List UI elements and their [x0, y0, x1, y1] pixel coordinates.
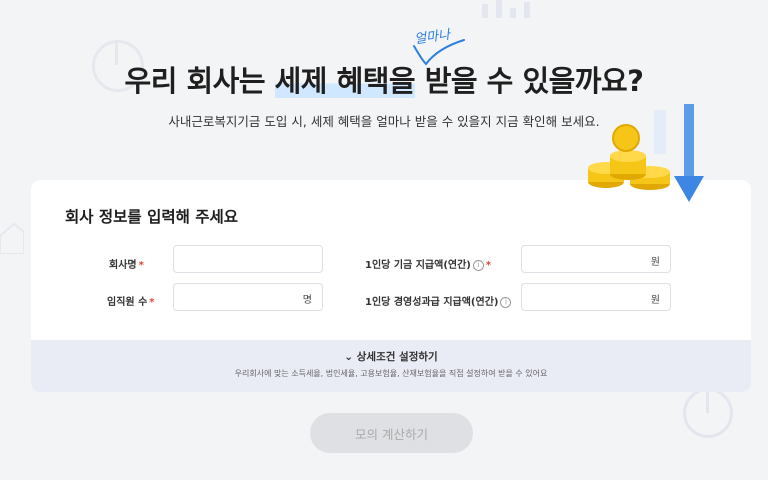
company-info-card: 회사 정보를 입력해 주세요 회사명 * 임직원 수 * 명 1인당 기금 지급액(… — [31, 180, 751, 340]
info-icon[interactable]: i — [500, 297, 512, 308]
fund-payment-label-text: 1인당 기금 지급액(연간) — [365, 260, 471, 271]
required-mark: * — [138, 260, 144, 271]
calculate-button[interactable]: 모의 계산하기 — [310, 413, 473, 453]
detail-settings-panel: ⌄ 상세조건 설정하기 우리회사에 맞는 소득세율, 법인세율, 고용보험율, … — [31, 340, 751, 392]
incentive-payment-field[interactable]: 원 — [521, 283, 671, 311]
title-part-1: 우리 회사는 — [124, 64, 275, 98]
incentive-payment-label-text: 1인당 경영성과급 지급액(연간) — [365, 297, 499, 308]
required-mark: * — [149, 297, 155, 308]
fund-payment-field[interactable]: 원 — [521, 245, 671, 273]
coins-decoration-icon — [588, 124, 670, 190]
unit-label: 원 — [650, 295, 660, 306]
page-title: 우리 회사는 세제 혜택을 받을 수 있을까요? — [0, 58, 768, 100]
title-highlight: 세제 혜택을 — [274, 64, 416, 98]
form-title: 회사 정보를 입력해 주세요 — [65, 208, 239, 226]
pie-chart-decoration-icon — [683, 388, 733, 438]
incentive-payment-input[interactable] — [522, 284, 670, 310]
detail-settings-toggle[interactable]: ⌄ 상세조건 설정하기 — [31, 349, 751, 364]
employee-count-label-text: 임직원 수 — [107, 297, 148, 308]
unit-label: 명 — [302, 295, 312, 306]
fund-payment-input[interactable] — [522, 246, 670, 272]
company-name-field[interactable] — [173, 245, 323, 273]
company-name-label-text: 회사명 — [109, 260, 137, 271]
house-decoration-icon — [0, 222, 24, 254]
employee-count-field[interactable]: 명 — [173, 283, 323, 311]
info-icon[interactable]: i — [472, 260, 484, 271]
chevron-down-icon: ⌄ — [344, 351, 354, 363]
employee-count-label: 임직원 수 * — [107, 293, 155, 308]
employee-count-input[interactable] — [174, 284, 322, 310]
required-mark: * — [485, 260, 492, 271]
detail-description: 우리회사에 맞는 소득세율, 법인세율, 고용보험율, 산재보험율을 직접 설정… — [234, 369, 548, 378]
detail-toggle-label: 상세조건 설정하기 — [356, 351, 438, 363]
company-name-input[interactable] — [174, 246, 322, 272]
unit-label: 원 — [650, 257, 660, 268]
bar-chart-decoration-icon — [478, 0, 534, 18]
title-part-2: 받을 수 있을까요? — [415, 64, 644, 98]
company-name-label: 회사명 * — [109, 256, 144, 271]
incentive-payment-label: 1인당 경영성과급 지급액(연간) i — [365, 293, 512, 308]
fund-payment-label: 1인당 기금 지급액(연간) i * — [365, 256, 491, 271]
